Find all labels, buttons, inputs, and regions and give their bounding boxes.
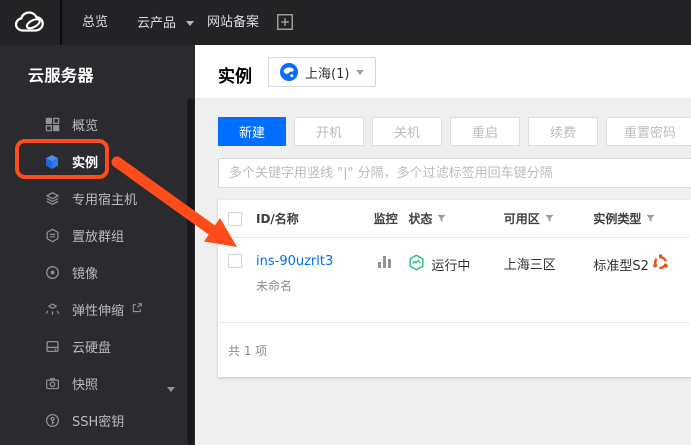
- zone-text: 上海三区: [503, 258, 556, 273]
- nav-overview-label: 总览: [82, 15, 109, 30]
- top-navbar: 总览 云产品 网站备案: [0, 0, 691, 45]
- column-id-name: ID/名称: [256, 212, 299, 226]
- sidebar-item-label: 专用宿主机: [72, 193, 138, 208]
- overview-grid-icon: [44, 117, 60, 133]
- content-area: 新建 开机 关机 重启 续费 重置密码 ID/名称 监控 状态: [195, 98, 691, 445]
- ssh-key-icon: [44, 413, 60, 429]
- region-label: 上海(1): [305, 66, 350, 82]
- add-shortcut-icon[interactable]: [277, 14, 293, 30]
- product-title: 云服务器: [28, 66, 95, 85]
- sidebar-item-label: SSH密钥: [72, 415, 125, 430]
- nav-overview[interactable]: 总览: [82, 0, 108, 45]
- region-selector[interactable]: 上海(1): [268, 57, 377, 87]
- zone-filter-icon[interactable]: [545, 214, 554, 223]
- column-status: 状态: [408, 212, 433, 226]
- chevron-down-icon[interactable]: [167, 381, 175, 396]
- sidebar-item-label: 概览: [72, 119, 99, 134]
- sidebar-item-label: 置放群组: [72, 230, 125, 245]
- sidebar: 云服务器 概览 实例 专用宿主机 置放群组 镜像 弹性伸缩 云硬盘 快照 SSH…: [0, 45, 195, 445]
- power-on-button[interactable]: 开机: [294, 117, 364, 146]
- select-all-checkbox[interactable]: [228, 211, 242, 226]
- globe-icon: [280, 63, 298, 81]
- disk-icon: [44, 339, 60, 355]
- instance-id-link[interactable]: ins-90uzrlt3: [256, 254, 374, 269]
- ubuntu-icon: [652, 254, 669, 275]
- table-row: ins-90uzrlt3 未命名 运行中 上海三区 标准型S2: [218, 238, 691, 323]
- sidebar-scrollbar[interactable]: [187, 98, 194, 445]
- toolbar: 新建 开机 关机 重启 续费 重置密码: [218, 117, 691, 146]
- sidebar-item-label: 弹性伸缩: [72, 304, 125, 319]
- sidebar-item-images[interactable]: 镜像: [0, 254, 195, 291]
- sidebar-item-cloud-disks[interactable]: 云硬盘: [0, 328, 195, 365]
- tencent-cloud-console: 总览 云产品 网站备案 云服务器 概览 实例 专用宿主机 置放群组 镜像 弹性伸…: [0, 0, 691, 445]
- sidebar-item-label: 快照: [72, 378, 99, 393]
- auto-scaling-icon: [44, 302, 60, 318]
- sidebar-item-instances[interactable]: 实例: [0, 143, 195, 180]
- row-checkbox[interactable]: [228, 254, 242, 268]
- power-off-button[interactable]: 关机: [372, 117, 442, 146]
- instance-name: 未命名: [256, 279, 293, 293]
- sidebar-item-label: 实例: [72, 156, 99, 171]
- sidebar-item-snapshots[interactable]: 快照: [0, 365, 195, 402]
- tencent-cloud-logo[interactable]: [0, 0, 62, 45]
- page-header: 实例 上海(1): [195, 45, 691, 98]
- renew-button[interactable]: 续费: [528, 117, 598, 146]
- layers-icon: [44, 191, 60, 207]
- instance-cube-icon: [44, 154, 60, 170]
- reset-password-button[interactable]: 重置密码: [606, 117, 691, 146]
- column-monitoring: 监控: [373, 212, 398, 226]
- monitoring-chart-icon[interactable]: [377, 254, 393, 273]
- placement-group-icon: [44, 228, 60, 244]
- column-zone: 可用区: [503, 212, 540, 226]
- search-bar: [218, 158, 691, 188]
- create-button[interactable]: 新建: [218, 117, 286, 146]
- sidebar-item-label: 镜像: [72, 267, 99, 282]
- restart-button[interactable]: 重启: [450, 117, 520, 146]
- nav-cloud-products-label: 云产品: [137, 16, 177, 31]
- status-filter-icon[interactable]: [437, 214, 446, 223]
- page-title: 实例: [218, 67, 252, 87]
- nav-icp-filing-label: 网站备案: [207, 15, 260, 30]
- chevron-down-icon: [356, 69, 365, 75]
- type-filter-icon[interactable]: [646, 214, 655, 223]
- nav-icp-filing[interactable]: 网站备案: [207, 0, 259, 45]
- chevron-down-icon: [186, 0, 195, 45]
- status-text: 运行中: [431, 259, 471, 274]
- status-running-icon: [408, 254, 425, 275]
- instance-type-text: 标准型S2: [593, 259, 649, 274]
- sidebar-item-auto-scaling[interactable]: 弹性伸缩: [0, 291, 195, 328]
- column-instance-type: 实例类型: [593, 212, 642, 226]
- camera-icon: [44, 376, 60, 392]
- nav-cloud-products[interactable]: 云产品: [137, 0, 195, 45]
- instance-table: ID/名称 监控 状态 可用区 实例类型 ins-90uzrlt3 未命名 运行…: [218, 200, 691, 377]
- sidebar-item-ssh-keys[interactable]: SSH密钥: [0, 402, 195, 439]
- sidebar-item-label: 云硬盘: [72, 341, 112, 356]
- sidebar-menu: 概览 实例 专用宿主机 置放群组 镜像 弹性伸缩 云硬盘 快照 SSH密钥: [0, 106, 195, 439]
- sidebar-item-placement-groups[interactable]: 置放群组: [0, 217, 195, 254]
- cloud-logo-icon: [14, 11, 44, 32]
- table-header: ID/名称 监控 状态 可用区 实例类型: [218, 200, 691, 238]
- image-disc-icon: [44, 265, 60, 281]
- external-link-icon: [131, 302, 143, 318]
- sidebar-item-overview[interactable]: 概览: [0, 106, 195, 143]
- search-input[interactable]: [219, 159, 691, 187]
- sidebar-item-dedicated-hosts[interactable]: 专用宿主机: [0, 180, 195, 217]
- table-footer-count: 共 1 项: [228, 344, 268, 358]
